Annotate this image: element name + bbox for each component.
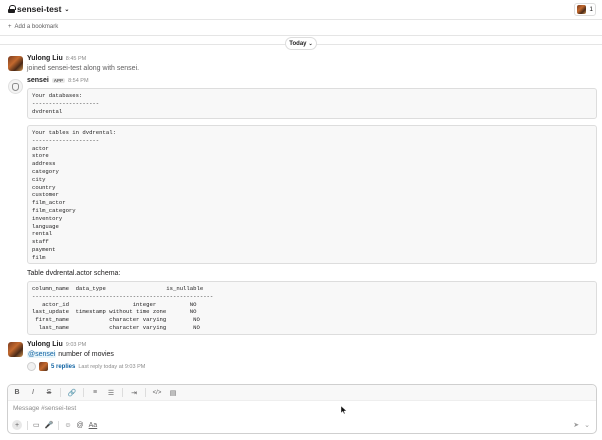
bot-icon <box>12 82 19 91</box>
message-composer[interactable]: B I S 🔗 ≡ ☰ ⇥ </> ▤ Message #sensei-test… <box>7 384 597 434</box>
replies-link[interactable]: 5 replies <box>51 364 75 370</box>
ordered-list-button[interactable]: ≡ <box>90 389 100 396</box>
emoji-button[interactable]: ☺ <box>64 422 71 429</box>
message-header: Yulong Liu 8:45 PM <box>27 55 86 62</box>
timestamp[interactable]: 8:45 PM <box>66 56 86 62</box>
toolbar-divider <box>58 420 60 430</box>
microphone-button[interactable]: 🎤 <box>45 421 54 429</box>
plus-icon: + <box>8 24 12 30</box>
video-clip-button[interactable]: ▭ <box>33 421 40 429</box>
code-block-tables: Your tables in dvdrental: --------------… <box>27 125 597 264</box>
toolbar-divider <box>27 420 28 430</box>
member-avatar <box>577 5 587 14</box>
channel-name-button[interactable]: sensei-test ⌄ <box>8 4 69 14</box>
chevron-down-icon: ⌄ <box>308 40 313 47</box>
bot-avatar[interactable] <box>8 79 23 94</box>
last-reply-time: Last reply today at 9:03 PM <box>78 363 146 370</box>
add-bookmark-label: Add a bookmark <box>14 24 59 30</box>
mouse-cursor-icon <box>341 406 347 414</box>
mention-button[interactable]: @ <box>77 422 84 429</box>
author-name[interactable]: Yulong Liu <box>27 55 63 62</box>
timestamp[interactable]: 9:03 PM <box>66 342 86 348</box>
user-avatar[interactable] <box>8 56 23 71</box>
message-input[interactable]: Message #sensei-test <box>13 405 76 412</box>
timestamp[interactable]: 8:54 PM <box>68 78 88 84</box>
author-name[interactable]: Yulong Liu <box>27 341 63 348</box>
lock-icon <box>8 5 16 13</box>
blockquote-button[interactable]: ⇥ <box>129 389 139 397</box>
user-avatar[interactable] <box>8 342 23 357</box>
toolbar-divider <box>145 388 146 397</box>
message-header: sensei APP 8:54 PM <box>27 77 89 84</box>
formatting-toolbar: B I S 🔗 ≡ ☰ ⇥ </> ▤ <box>8 385 596 401</box>
attach-plus-button[interactable]: + <box>12 420 22 430</box>
date-divider-button[interactable]: Today ⌄ <box>285 37 317 50</box>
send-options-button[interactable]: ⌄ <box>584 421 590 429</box>
channel-header: sensei-test ⌄ 1 <box>0 0 602 20</box>
italic-button[interactable]: I <box>28 389 38 396</box>
toolbar-divider <box>122 388 123 397</box>
date-divider-label: Today <box>289 40 307 47</box>
code-block-schema: column_name data_type is_nullable ------… <box>27 281 597 335</box>
code-block-databases: Your databases: -------------------- dvd… <box>27 88 597 119</box>
toolbar-divider <box>83 388 84 397</box>
reply-avatar <box>27 362 36 371</box>
send-controls: ➤ ⌄ <box>573 421 590 429</box>
formatting-toggle-button[interactable]: Aa <box>89 422 98 429</box>
message-text: joined sensei-test along with sensei. <box>27 65 140 72</box>
code-button[interactable]: </> <box>152 390 162 396</box>
channel-name: sensei-test <box>17 4 62 14</box>
author-name[interactable]: sensei <box>27 77 49 84</box>
add-bookmark-button[interactable]: + Add a bookmark <box>8 24 58 30</box>
user-mention[interactable]: @sensei <box>27 351 57 358</box>
send-button[interactable]: ➤ <box>573 421 579 429</box>
message-body: number of movies <box>56 351 114 358</box>
chevron-down-icon: ⌄ <box>64 6 70 13</box>
thread-summary[interactable]: 5 replies Last reply today at 9:03 PM <box>27 362 145 371</box>
bold-button[interactable]: B <box>12 389 22 396</box>
reply-avatar <box>39 362 48 371</box>
app-badge: APP <box>51 78 66 83</box>
bookmark-bar: + Add a bookmark <box>0 20 602 36</box>
message-header: Yulong Liu 9:03 PM <box>27 341 86 348</box>
message-text: @sensei number of movies <box>27 351 114 358</box>
bulleted-list-button[interactable]: ☰ <box>106 389 116 397</box>
member-count-button[interactable]: 1 <box>574 3 596 16</box>
code-block-button[interactable]: ▤ <box>168 389 178 397</box>
member-count: 1 <box>589 6 593 13</box>
composer-actions: + ▭ 🎤 ☺ @ Aa <box>12 420 97 430</box>
toolbar-divider <box>60 388 61 397</box>
link-button[interactable]: 🔗 <box>67 389 77 397</box>
schema-label: Table dvdrental.actor schema: <box>27 270 121 277</box>
strikethrough-button[interactable]: S <box>44 389 54 396</box>
